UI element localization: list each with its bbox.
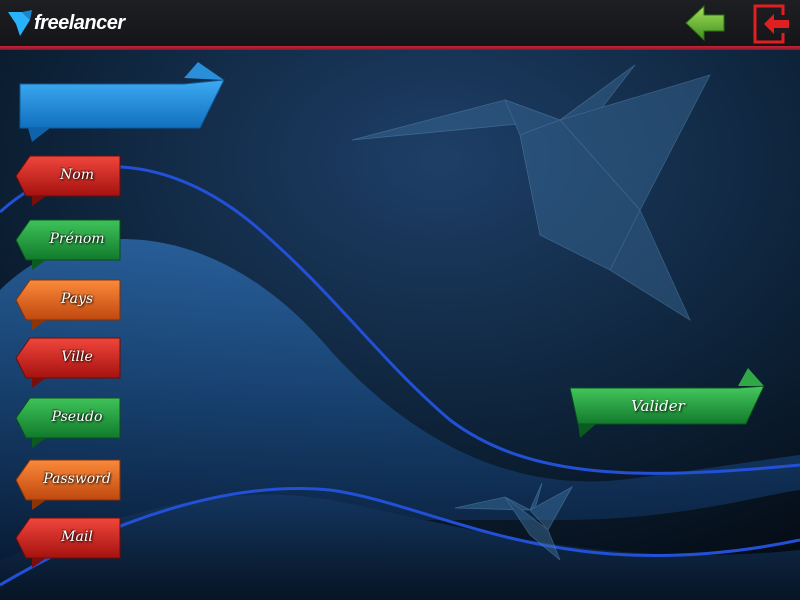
logout-icon — [753, 4, 790, 44]
field-label-pseudo[interactable]: Pseudo — [12, 394, 122, 448]
logo-text: freelancer — [34, 11, 125, 34]
field-label-pays[interactable]: Pays — [12, 276, 122, 330]
field-label-prenom[interactable]: Prénom — [12, 216, 122, 270]
back-button[interactable] — [684, 4, 726, 42]
field-label-text: Nom — [60, 167, 94, 183]
validate-button-label: Valider — [631, 397, 685, 415]
field-label-text: Pays — [60, 291, 94, 307]
field-label-password[interactable]: Password — [12, 456, 122, 510]
validate-button[interactable]: Valider — [566, 366, 766, 440]
field-label-text: Prénom — [49, 231, 105, 247]
field-label-text: Password — [43, 471, 111, 487]
field-label-ville[interactable]: Ville — [12, 334, 122, 388]
freelancer-bird-icon — [8, 10, 32, 36]
field-label-nom[interactable]: Nom — [12, 152, 122, 206]
field-label-text: Ville — [61, 349, 93, 365]
exit-button[interactable] — [752, 3, 792, 45]
freelancer-logo: freelancer — [8, 8, 125, 38]
top-bar: freelancer — [0, 0, 800, 46]
form-title — [22, 86, 192, 126]
arrow-left-icon — [685, 4, 725, 42]
field-label-text: Pseudo — [51, 409, 103, 425]
field-label-text: Mail — [61, 529, 93, 545]
field-label-mail[interactable]: Mail — [12, 514, 122, 568]
